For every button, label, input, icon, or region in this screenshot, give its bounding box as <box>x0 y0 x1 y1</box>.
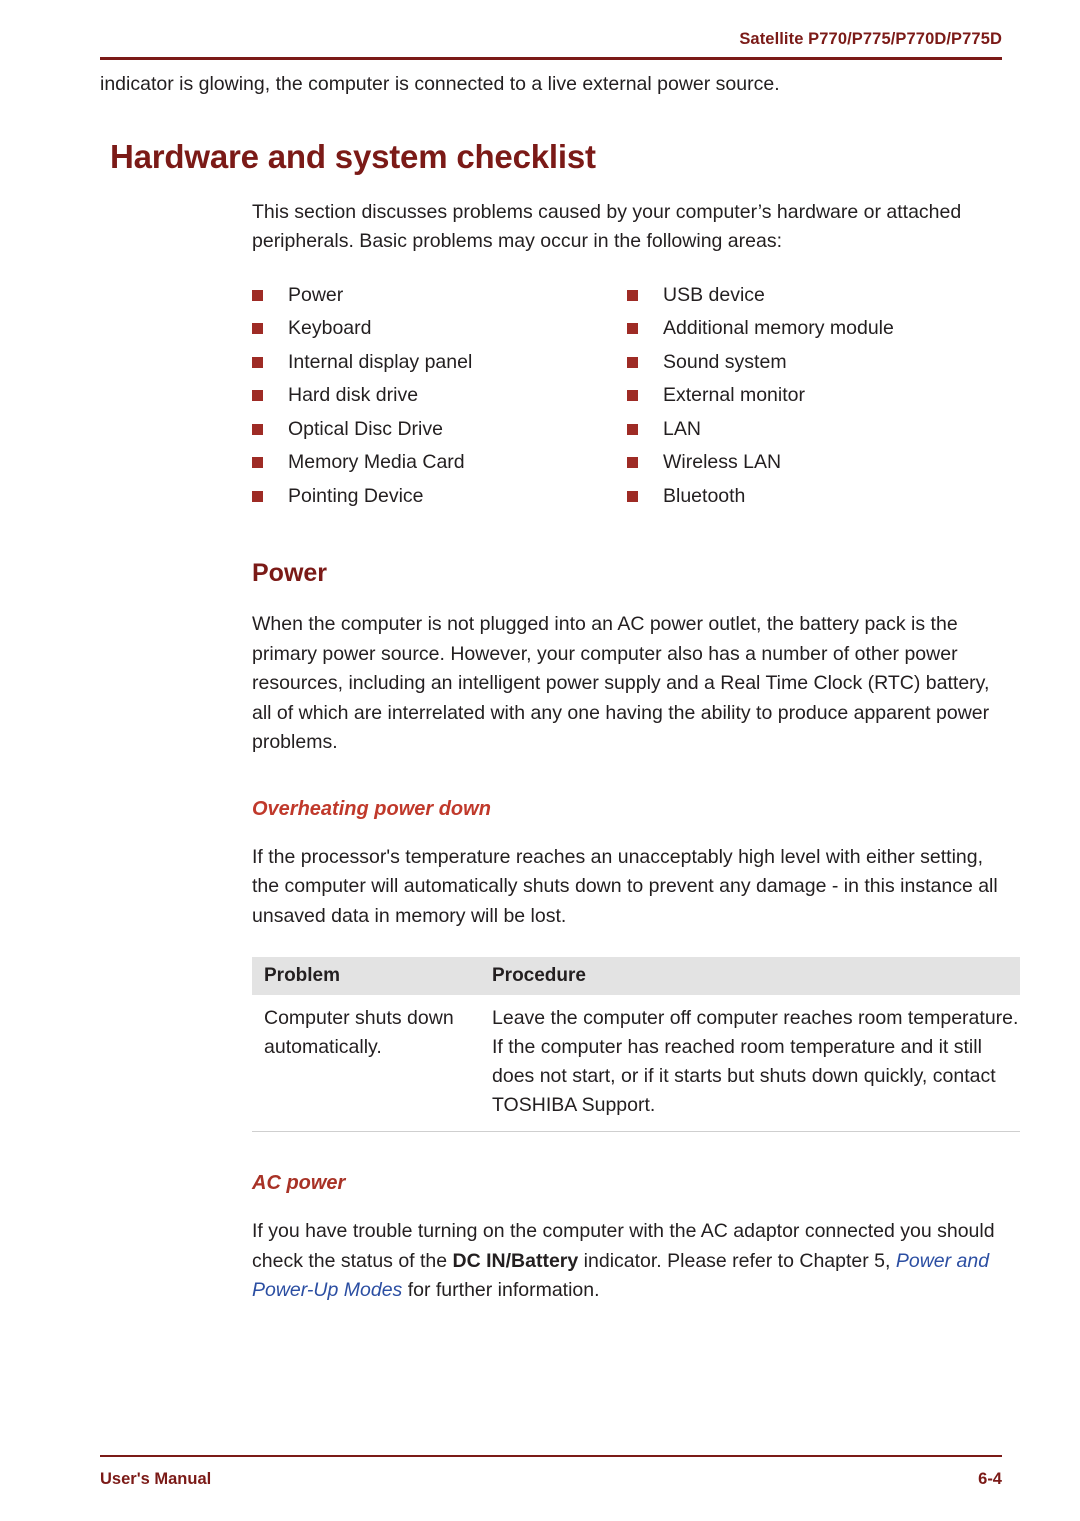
square-bullet-icon <box>627 490 638 502</box>
list-item: Bluetooth <box>627 484 1002 509</box>
square-bullet-icon <box>627 289 638 301</box>
list-item: Keyboard <box>252 316 627 341</box>
list-item-label: Optical Disc Drive <box>288 417 443 440</box>
page-footer: User's Manual 6-4 <box>100 1470 1002 1489</box>
table-row: Computer shuts down automatically. Leave… <box>252 995 1020 1132</box>
intro-paragraph: indicator is glowing, the computer is co… <box>100 73 780 95</box>
list-item: Internal display panel <box>252 350 627 375</box>
list-item-label: LAN <box>663 417 701 440</box>
footer-page-number: 6-4 <box>978 1470 1002 1488</box>
table-cell-problem: Computer shuts down automatically. <box>264 1007 454 1058</box>
table-column-header-problem: Problem <box>264 965 341 986</box>
square-bullet-icon <box>252 323 263 334</box>
checklist-columns: Power Keyboard Internal display panel Ha… <box>252 283 1002 518</box>
overheating-paragraph-block: If the processor's temperature reaches a… <box>252 843 1012 932</box>
chapter-description: This section discusses problems caused b… <box>252 200 962 253</box>
ac-power-paragraph: If you have trouble turning on the compu… <box>252 1217 1012 1306</box>
subsection-title-ac-power: AC power <box>252 1172 346 1194</box>
ac-text-part2: indicator. Please refer to Chapter 5, <box>578 1249 896 1272</box>
chapter-description-block: This section discusses problems caused b… <box>252 198 1012 257</box>
square-bullet-icon <box>252 390 263 401</box>
list-item-label: Internal display panel <box>288 350 473 373</box>
table-header-row: Problem Procedure <box>252 957 1020 995</box>
checklist-column-right: USB device Additional memory module Soun… <box>627 283 1002 518</box>
square-bullet-icon <box>627 356 638 368</box>
troubleshooting-table: Problem Procedure Computer shuts down au… <box>252 957 1020 1132</box>
ac-bold-term: DC IN/Battery <box>452 1249 579 1272</box>
list-item-label: Pointing Device <box>288 484 424 507</box>
square-bullet-icon <box>627 390 638 401</box>
ac-text-part3: for further information. <box>402 1279 600 1301</box>
list-item-label: Sound system <box>663 350 787 373</box>
list-item-label: Hard disk drive <box>288 384 419 406</box>
footer-divider <box>100 1455 1002 1457</box>
square-bullet-icon <box>252 356 263 368</box>
list-item-label: Bluetooth <box>663 484 746 507</box>
square-bullet-icon <box>252 457 263 468</box>
list-item-label: USB device <box>663 283 765 306</box>
subsection-title-overheating: Overheating power down <box>252 797 491 820</box>
section-title-power: Power <box>252 559 328 587</box>
list-item-label: Additional memory module <box>663 317 894 339</box>
table-cell-procedure: Leave the computer off computer reaches … <box>492 1007 1019 1116</box>
checklist-column-left: Power Keyboard Internal display panel Ha… <box>252 283 627 518</box>
square-bullet-icon <box>627 457 638 468</box>
list-item-label: Wireless LAN <box>663 451 782 473</box>
list-item: Wireless LAN <box>627 450 1002 475</box>
list-item: LAN <box>627 417 1002 442</box>
page-content: indicator is glowing, the computer is co… <box>100 70 1020 1306</box>
header-divider <box>100 57 1002 60</box>
list-item: Power <box>252 283 627 308</box>
footer-manual-label: User's Manual <box>100 1470 212 1488</box>
page-header: Satellite P770/P775/P770D/P775D <box>739 30 1002 48</box>
power-paragraph: When the computer is not plugged into an… <box>252 613 990 753</box>
list-item: USB device <box>627 283 1002 308</box>
list-item: Memory Media Card <box>252 450 627 475</box>
list-item: Hard disk drive <box>252 383 627 408</box>
square-bullet-icon <box>252 490 263 502</box>
list-item: Pointing Device <box>252 484 627 509</box>
list-item-label: Keyboard <box>288 317 372 339</box>
overheating-paragraph: If the processor's temperature reaches a… <box>252 845 998 927</box>
list-item-label: Memory Media Card <box>288 451 465 473</box>
list-item: Additional memory module <box>627 316 1002 341</box>
square-bullet-icon <box>252 423 263 435</box>
table-column-header-procedure: Procedure <box>492 965 586 986</box>
list-item: Optical Disc Drive <box>252 417 627 442</box>
document-page: Satellite P770/P775/P770D/P775D indicato… <box>0 0 1080 1521</box>
list-item: Sound system <box>627 350 1002 375</box>
square-bullet-icon <box>627 423 638 435</box>
square-bullet-icon <box>627 323 638 334</box>
list-item-label: Power <box>288 283 344 306</box>
power-paragraph-block: When the computer is not plugged into an… <box>252 610 1012 758</box>
ac-power-paragraph-block: If you have trouble turning on the compu… <box>252 1217 1012 1306</box>
list-item-label: External monitor <box>663 384 805 406</box>
square-bullet-icon <box>252 289 263 301</box>
list-item: External monitor <box>627 383 1002 408</box>
chapter-title: Hardware and system checklist <box>110 137 596 175</box>
